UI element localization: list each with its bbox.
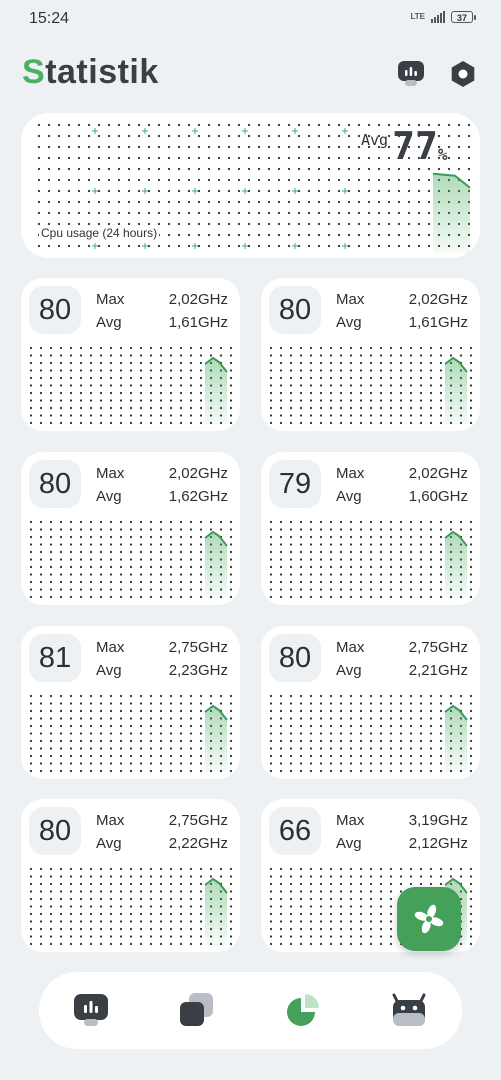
network-type: LTE <box>410 12 425 21</box>
layers-icon <box>180 993 213 1026</box>
nav-monitor[interactable] <box>73 992 109 1028</box>
avg-label: Avg <box>96 662 122 679</box>
battery-icon: 37 <box>451 11 476 23</box>
core-frequency-graph <box>269 694 473 773</box>
bottom-navigation <box>39 972 462 1049</box>
settings-button[interactable] <box>449 60 477 88</box>
max-frequency: 2,02GHz <box>408 465 468 482</box>
core-frequency-graph <box>29 346 233 425</box>
core-card[interactable]: 81 Max 2,75GHz Avg 2,23GHz <box>21 626 240 779</box>
max-frequency: 2,75GHz <box>168 639 228 656</box>
avg-label: Avg <box>96 835 122 852</box>
avg-label: Avg <box>336 488 362 505</box>
fan-icon <box>414 904 444 934</box>
page-title: Statistik <box>22 53 159 92</box>
nav-statistics[interactable] <box>285 992 321 1028</box>
max-label: Max <box>336 465 365 482</box>
max-label: Max <box>96 291 125 308</box>
core-frequency-graph <box>269 346 473 425</box>
gear-icon <box>451 61 475 87</box>
core-temperature: 81 <box>29 634 81 682</box>
android-icon <box>392 993 426 1026</box>
core-card[interactable]: 80 Max 2,02GHz Avg 1,61GHz <box>21 278 240 431</box>
core-temperature: 66 <box>269 807 321 855</box>
max-label: Max <box>336 291 365 308</box>
max-frequency: 2,75GHz <box>408 639 468 656</box>
max-frequency: 3,19GHz <box>408 812 468 829</box>
title-rest: tatistik <box>45 53 159 91</box>
max-label: Max <box>96 465 125 482</box>
nav-device[interactable] <box>391 992 427 1028</box>
core-card[interactable]: 79 Max 2,02GHz Avg 1,60GHz <box>261 452 480 605</box>
avg-frequency: 1,61GHz <box>408 314 468 331</box>
avg-frequency: 2,23GHz <box>168 662 228 679</box>
max-frequency: 2,02GHz <box>168 291 228 308</box>
core-temperature: 80 <box>29 807 81 855</box>
max-label: Max <box>96 639 125 656</box>
avg-label: Avg <box>96 488 122 505</box>
status-bar: 15:24 LTE 37 <box>0 0 501 40</box>
core-card[interactable]: 80 Max 2,75GHz Avg 2,21GHz <box>261 626 480 779</box>
avg-frequency: 2,22GHz <box>168 835 228 852</box>
core-temperature: 80 <box>269 634 321 682</box>
avg-label: Avg <box>336 835 362 852</box>
monitor-icon <box>74 994 108 1026</box>
core-card[interactable]: 80 Max 2,75GHz Avg 2,22GHz <box>21 799 240 952</box>
cpu-usage-card[interactable]: Avg 77 % Cpu usage (24 hours) <box>21 113 480 258</box>
avg-frequency: 1,61GHz <box>168 314 228 331</box>
monitor-icon <box>398 61 424 86</box>
core-card[interactable]: 80 Max 2,02GHz Avg 1,61GHz <box>261 278 480 431</box>
core-frequency-graph <box>29 520 233 599</box>
avg-value: 77 <box>392 124 438 168</box>
core-frequency-graph <box>269 520 473 599</box>
cpu-average: Avg 77 % <box>361 127 448 165</box>
system-icons: LTE 37 <box>410 11 476 23</box>
nav-layers[interactable] <box>178 992 214 1028</box>
avg-frequency: 1,60GHz <box>408 488 468 505</box>
avg-label: Avg <box>336 314 362 331</box>
status-time: 15:24 <box>29 10 70 27</box>
avg-frequency: 1,62GHz <box>168 488 228 505</box>
max-label: Max <box>336 812 365 829</box>
max-frequency: 2,02GHz <box>408 291 468 308</box>
max-frequency: 2,75GHz <box>168 812 228 829</box>
avg-label: Avg <box>96 314 122 331</box>
pie-chart-icon <box>287 994 319 1026</box>
core-card[interactable]: 80 Max 2,02GHz Avg 1,62GHz <box>21 452 240 605</box>
core-frequency-graph <box>29 867 233 946</box>
core-temperature: 79 <box>269 460 321 508</box>
title-first-letter: S <box>22 53 46 91</box>
avg-unit: % <box>437 145 448 164</box>
core-temperature: 80 <box>29 286 81 334</box>
avg-label: Avg <box>336 662 362 679</box>
cpu-usage-caption: Cpu usage (24 hours) <box>39 226 160 240</box>
fan-button[interactable] <box>397 887 461 951</box>
avg-frequency: 2,12GHz <box>408 835 468 852</box>
avg-label: Avg <box>361 131 389 149</box>
max-frequency: 2,02GHz <box>168 465 228 482</box>
monitor-button[interactable] <box>397 60 425 88</box>
max-label: Max <box>336 639 365 656</box>
core-temperature: 80 <box>269 286 321 334</box>
core-frequency-graph <box>29 694 233 773</box>
avg-frequency: 2,21GHz <box>408 662 468 679</box>
core-temperature: 80 <box>29 460 81 508</box>
signal-icon <box>431 11 445 23</box>
max-label: Max <box>96 812 125 829</box>
